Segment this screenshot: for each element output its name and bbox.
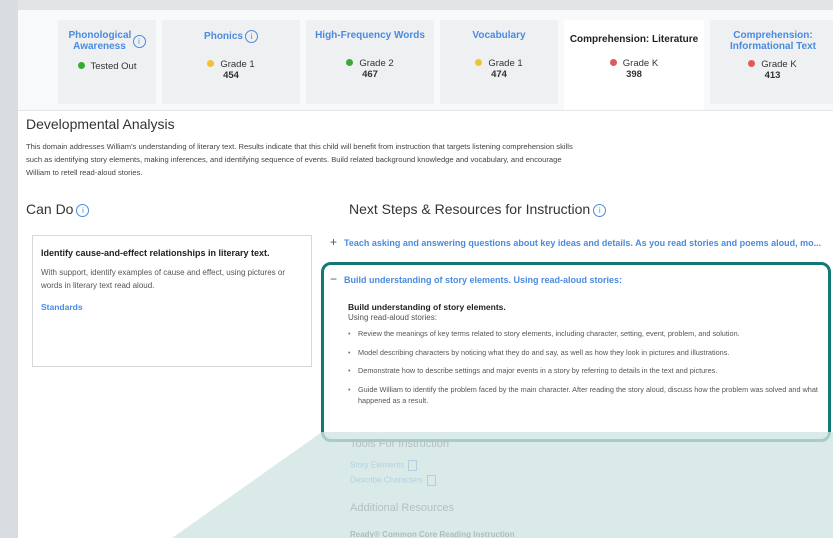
tab-label: Phonics xyxy=(204,31,243,43)
tab-vocabulary[interactable]: Vocabulary Grade 1 474 xyxy=(440,20,558,104)
report-page: Phonological Awareness i Tested Out Phoni… xyxy=(18,10,833,538)
tab-label: Phonological Awareness xyxy=(68,30,132,52)
tab-status: Tested Out xyxy=(90,61,137,72)
info-icon[interactable]: i xyxy=(76,203,90,217)
tab-score: 474 xyxy=(491,69,507,80)
list-item: Model describing characters by noticing … xyxy=(348,347,828,358)
list-item: Review the meanings of key terms related… xyxy=(348,328,828,339)
tool-link-describe-characters[interactable]: Describe Characters xyxy=(350,475,436,486)
list-item: Guide William to identify the problem fa… xyxy=(348,384,828,406)
resource-name: Ready® Common Core Reading Instruction xyxy=(350,530,515,538)
tab-label: Comprehension: Literature xyxy=(569,34,699,45)
tab-status: Grade 1 xyxy=(220,59,255,70)
collapse-minus-icon[interactable]: − xyxy=(330,272,344,286)
next-steps-title: Next Steps & Resources for Instruction xyxy=(349,201,591,217)
tab-status: Grade K xyxy=(761,59,797,70)
tools-for-instruction-title: Tools For Instruction xyxy=(350,438,450,450)
tab-score: 467 xyxy=(362,69,378,80)
developmental-analysis-title: Developmental Analysis xyxy=(26,116,175,132)
detail-bullets: Review the meanings of key terms related… xyxy=(348,328,828,406)
tab-score: 454 xyxy=(223,70,239,81)
status-dot-icon xyxy=(748,59,756,67)
tab-label: High-Frequency Words xyxy=(315,30,425,41)
can-do-card-title: Identify cause-and-effect relationships … xyxy=(41,248,270,258)
info-icon[interactable]: i xyxy=(132,34,146,48)
can-do-title: Can Do xyxy=(26,201,74,217)
tool-link-label: Story Elements xyxy=(350,460,405,470)
can-do-card: Identify cause-and-effect relationships … xyxy=(32,235,312,367)
status-dot-icon xyxy=(207,59,215,67)
tab-score: 398 xyxy=(626,69,642,80)
tab-status: Grade 2 xyxy=(359,58,394,69)
expand-plus-icon[interactable]: + xyxy=(330,235,344,249)
can-do-card-text: With support, identify examples of cause… xyxy=(41,268,285,290)
tool-link-label: Describe Characters xyxy=(350,475,423,485)
domain-tabs: Phonological Awareness i Tested Out Phoni… xyxy=(18,10,833,111)
additional-resources-title: Additional Resources xyxy=(350,502,454,514)
next-step-detail: Build understanding of story elements. U… xyxy=(348,302,828,413)
tab-status: Grade K xyxy=(622,58,659,69)
window-left-edge xyxy=(0,0,18,538)
next-step-item-collapsed[interactable]: + Teach asking and answering questions ab… xyxy=(330,235,821,249)
tab-label: Comprehension: Informational Text xyxy=(730,30,816,52)
next-step-label: Build understanding of story elements. U… xyxy=(344,275,623,285)
tool-link-story-elements[interactable]: Story Elements xyxy=(350,460,418,471)
tab-phonological-awareness[interactable]: Phonological Awareness i Tested Out xyxy=(58,20,156,104)
next-step-label: Teach asking and answering questions abo… xyxy=(344,238,822,248)
detail-title: Build understanding of story elements. xyxy=(348,302,506,312)
document-icon xyxy=(408,460,418,471)
tab-comprehension-literature[interactable]: Comprehension: Literature Grade K 398 xyxy=(564,20,704,110)
standards-link[interactable]: Standards xyxy=(41,302,303,312)
detail-subtitle: Using read-aloud stories: xyxy=(348,313,437,322)
tab-label: Vocabulary xyxy=(472,30,526,41)
info-icon[interactable]: i xyxy=(593,203,607,217)
next-step-item-expanded[interactable]: − Build understanding of story elements. … xyxy=(330,272,622,286)
developmental-analysis-text: This domain addresses William's understa… xyxy=(26,142,573,177)
tab-score: 413 xyxy=(764,70,781,81)
status-dot-icon xyxy=(609,58,617,66)
tab-high-frequency-words[interactable]: High-Frequency Words Grade 2 467 xyxy=(306,20,434,104)
list-item: Demonstrate how to describe settings and… xyxy=(348,365,828,376)
tab-status: Grade 1 xyxy=(488,58,523,69)
tab-phonics[interactable]: Phonics i Grade 1 454 xyxy=(162,20,300,104)
status-dot-icon xyxy=(346,58,354,66)
status-dot-icon xyxy=(77,61,85,69)
info-icon[interactable]: i xyxy=(244,30,258,43)
document-icon xyxy=(426,475,436,486)
can-do-heading: Can Do i xyxy=(26,201,90,217)
tab-comprehension-informational-text[interactable]: Comprehension: Informational Text Grade … xyxy=(710,20,833,104)
window-top-edge xyxy=(0,0,833,10)
next-steps-heading: Next Steps & Resources for Instruction i xyxy=(349,201,607,217)
status-dot-icon xyxy=(475,58,483,66)
